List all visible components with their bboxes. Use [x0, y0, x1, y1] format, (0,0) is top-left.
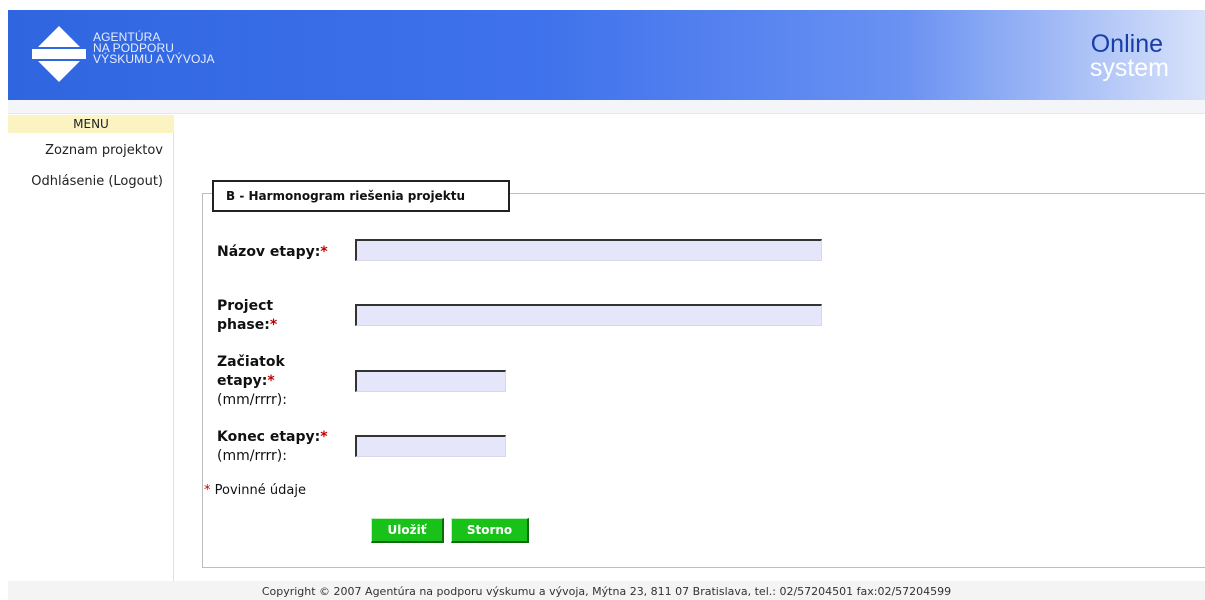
project-phase-label: Project phase:* — [217, 297, 277, 335]
phase-end-label: Konec etapy:* (mm/rrrr): — [217, 428, 328, 466]
required-fields-note: * Povinné údaje — [204, 483, 306, 498]
system-title-line2: system — [1089, 54, 1169, 82]
required-mark: * — [204, 483, 211, 498]
system-title: Online system — [1090, 30, 1169, 81]
save-button[interactable]: Uložiť — [371, 518, 444, 543]
required-mark: * — [320, 244, 328, 260]
required-mark: * — [267, 373, 275, 389]
required-note-text: Povinné údaje — [214, 483, 306, 498]
page-footer: Copyright © 2007 Agentúra na podporu výs… — [8, 581, 1205, 600]
phase-start-input[interactable] — [355, 370, 506, 392]
sidebar-item-logout[interactable]: Odhlásenie (Logout) — [31, 174, 163, 189]
logo-icon — [32, 26, 86, 82]
logo-line: VÝSKUMU A VÝVOJA — [93, 52, 215, 66]
phase-start-label-line1: Začiatok — [217, 354, 285, 370]
form-legend: B - Harmonogram riešenia projektu — [212, 180, 510, 212]
sidebar-menu: MENU Zoznam projektov Odhlásenie (Logout… — [0, 115, 174, 587]
cancel-button[interactable]: Storno — [451, 518, 529, 543]
header-divider — [8, 100, 1205, 114]
project-phase-label-line2: phase: — [217, 317, 270, 333]
phase-name-input[interactable] — [355, 239, 822, 261]
sidebar-item-project-list[interactable]: Zoznam projektov — [45, 143, 163, 158]
menu-title: MENU — [8, 115, 174, 133]
required-mark: * — [320, 429, 328, 445]
phase-start-label-line2: etapy: — [217, 373, 268, 389]
project-phase-input[interactable] — [355, 304, 822, 326]
phase-name-label-text: Názov etapy: — [217, 244, 321, 260]
date-format-hint: (mm/rrrr): — [217, 448, 287, 464]
phase-end-input[interactable] — [355, 435, 506, 457]
date-format-hint: (mm/rrrr): — [217, 392, 287, 408]
project-phase-label-line1: Project — [217, 298, 274, 314]
phase-name-label: Názov etapy:* — [217, 243, 328, 262]
logo-text: AGENTÚRA NA PODPORU VÝSKUMU A VÝVOJA — [93, 31, 215, 66]
page-header: AGENTÚRA NA PODPORU VÝSKUMU A VÝVOJA Onl… — [8, 10, 1205, 100]
phase-start-label: Začiatok etapy:* (mm/rrrr): — [217, 353, 287, 410]
required-mark: * — [269, 317, 278, 333]
phase-end-label-text: Konec etapy: — [217, 429, 321, 445]
system-title-line1: Online — [1090, 30, 1163, 58]
